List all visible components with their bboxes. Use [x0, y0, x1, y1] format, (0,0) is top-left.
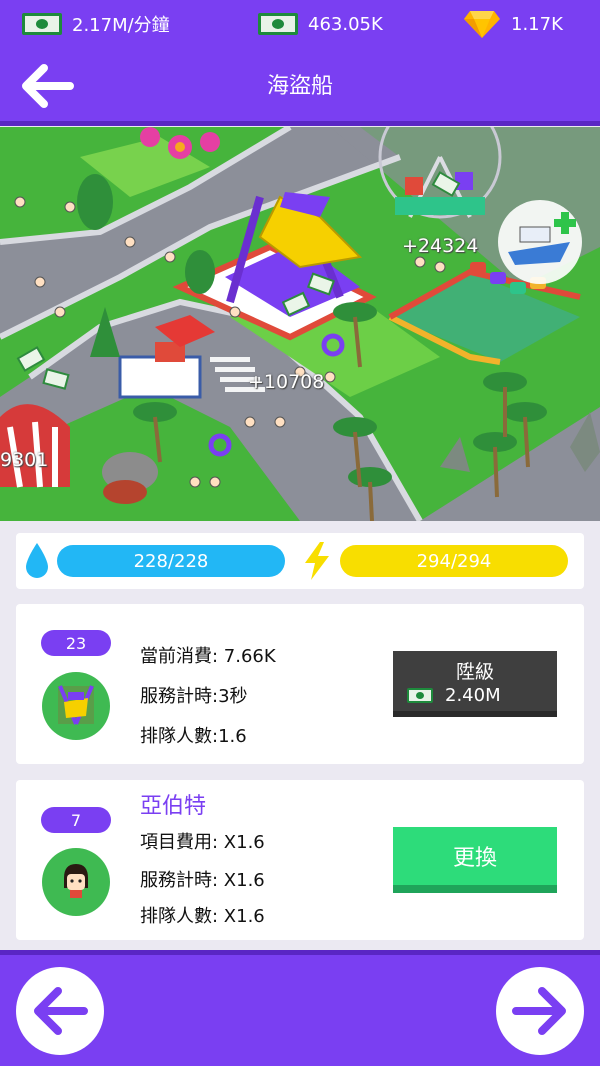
right-arrow-icon: [512, 987, 566, 1035]
upgrade-button[interactable]: 陞級 2.40M: [393, 651, 557, 717]
lightning-icon: [305, 542, 329, 580]
ride-service-time: 服務計時:3秒: [140, 686, 248, 707]
water-drop-icon: [26, 543, 48, 578]
cash-value: 463.05K: [308, 13, 383, 35]
ride-level-badge: 23: [41, 630, 111, 656]
upgrade-label: 陞級: [455, 661, 494, 683]
cash-icon: [22, 13, 62, 35]
top-bar: 2.17M/分鐘 463.05K 1.17K 海盜船: [0, 0, 600, 126]
next-button[interactable]: [496, 967, 584, 1055]
gem-value: 1.17K: [511, 13, 563, 35]
swap-button[interactable]: 更換: [393, 827, 557, 893]
park-scene: +24324 +10708 9301: [0, 127, 600, 521]
bottom-bar: [0, 950, 600, 1066]
pirate-ship-icon: [58, 685, 94, 725]
water-bar: 228/228: [57, 545, 285, 577]
ride-current-cost: 當前消費: 7.66K: [140, 646, 276, 667]
income-popup: +10708: [248, 371, 325, 393]
left-arrow-icon: [34, 987, 88, 1035]
staff-cost-bonus: 項目費用: X1.6: [140, 832, 265, 853]
park-map: [0, 127, 600, 521]
ride-queue: 排隊人數:1.6: [140, 726, 247, 747]
income-popup: +24324: [402, 235, 479, 257]
resource-bar: 228/228 294/294: [16, 533, 584, 589]
girl-avatar-icon: [64, 864, 88, 898]
cash-icon: [258, 13, 298, 35]
cash-icon: [407, 688, 433, 703]
staff-avatar: [42, 848, 110, 916]
upgrade-cost: 2.40M: [407, 685, 501, 706]
income-stat: 2.17M/分鐘: [22, 10, 170, 38]
staff-card: 7 亞伯特 項目費用: X1.6 服務計時: X1.6 排隊人數: X1.6 更…: [16, 780, 584, 940]
staff-level-badge: 7: [41, 807, 111, 833]
energy-bar: 294/294: [340, 545, 568, 577]
ride-card: 23 當前消費: 7.66K 服務計時:3秒 排隊人數:1.6 陞級 2.40M: [16, 604, 584, 764]
previous-button[interactable]: [16, 967, 104, 1055]
income-value: 2.17M/分鐘: [72, 15, 170, 36]
staff-name: 亞伯特: [140, 794, 207, 819]
upgrade-cost-value: 2.40M: [445, 685, 501, 706]
gem-stat: 1.17K: [463, 10, 563, 38]
ride-avatar: [42, 672, 110, 740]
staff-queue-bonus: 排隊人數: X1.6: [140, 906, 265, 927]
cash-stat: 463.05K: [258, 10, 383, 38]
staff-service-bonus: 服務計時: X1.6: [140, 870, 265, 891]
gem-icon: [464, 11, 500, 38]
page-title: 海盜船: [266, 74, 333, 99]
income-popup: 9301: [0, 449, 49, 471]
